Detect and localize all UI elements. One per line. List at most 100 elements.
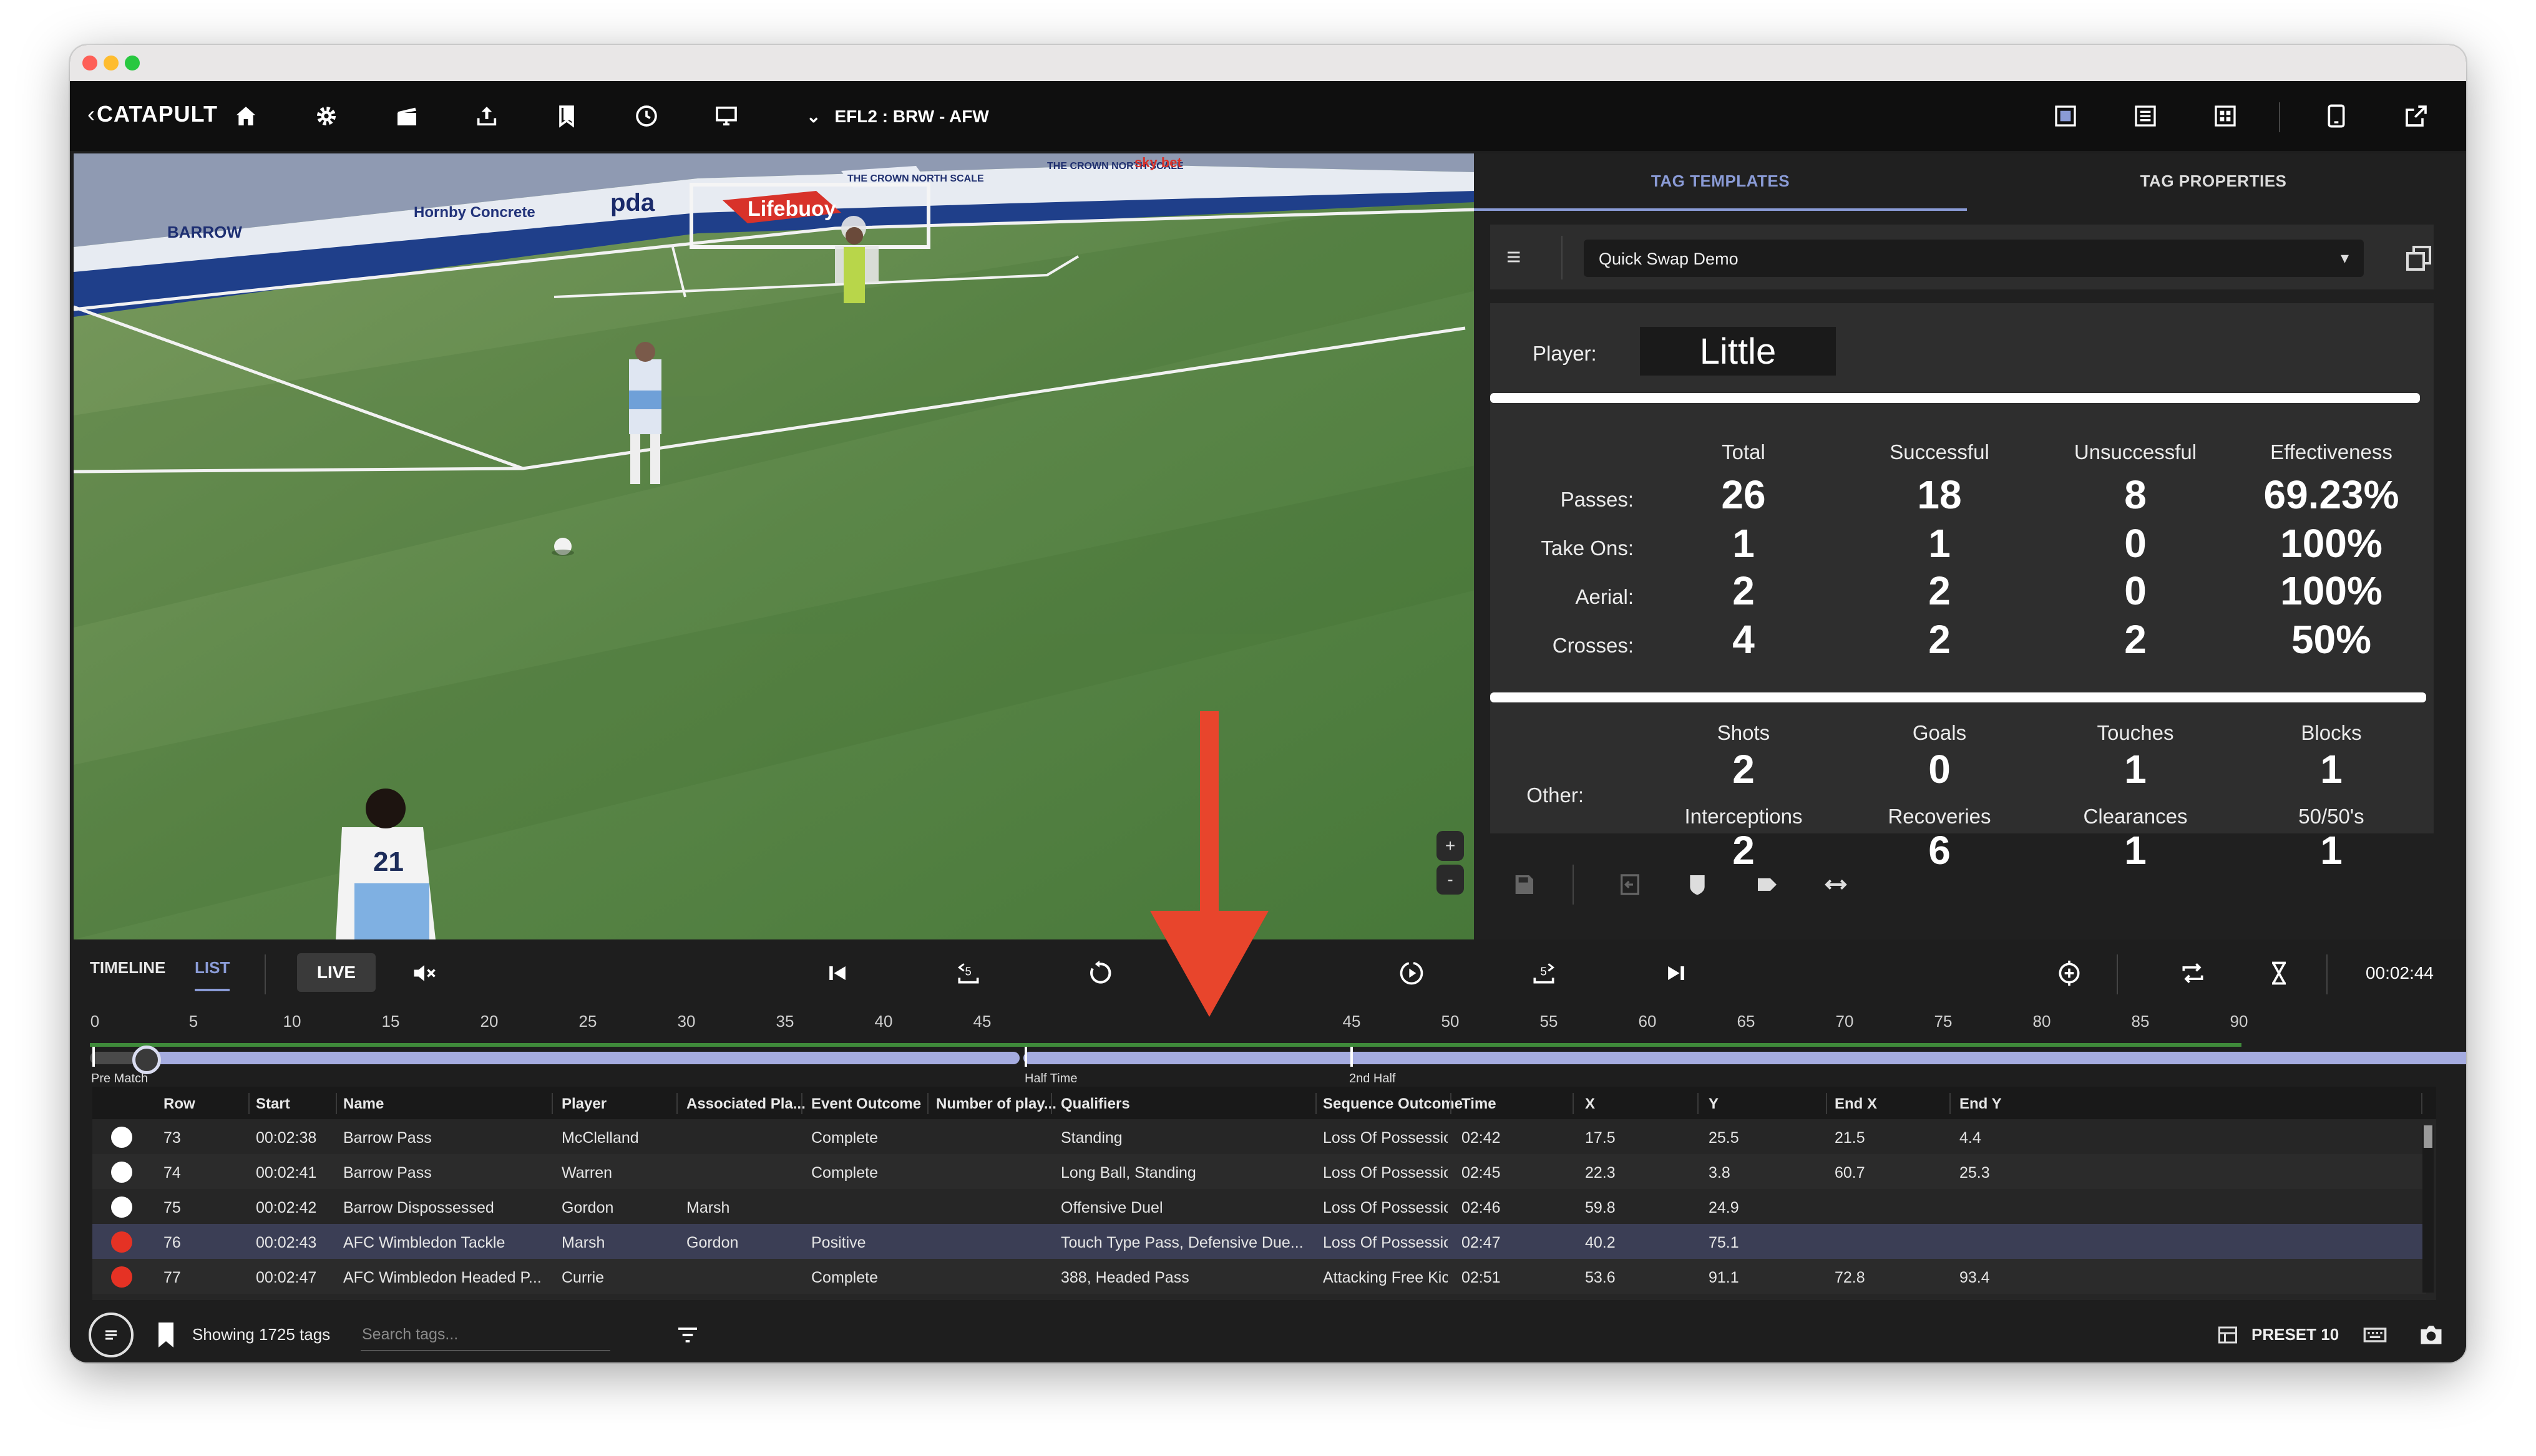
list-menu-button[interactable] [89, 1313, 134, 1357]
stadium-sign-4: THE CROWN NORTH SCALE [847, 173, 984, 184]
svg-text:5: 5 [965, 965, 972, 978]
step-back-5-icon[interactable]: 5 [951, 956, 986, 991]
table-row[interactable]: 77 00:02:47 AFC Wimbledon Headed P... Cu… [92, 1259, 2426, 1294]
playhead-handle[interactable] [132, 1046, 161, 1074]
menu-icon[interactable]: ≡ [1506, 243, 1521, 271]
catapult-logo[interactable]: ‹CATAPULT [87, 101, 218, 127]
minimize-window-button[interactable] [104, 56, 119, 70]
bookmark-icon[interactable] [549, 99, 584, 133]
player-name[interactable]: Little [1640, 327, 1836, 376]
step-forward-5-icon[interactable]: 5 [1526, 956, 1561, 991]
maximize-window-button[interactable] [125, 56, 140, 70]
zoom-in-button[interactable]: + [1436, 831, 1464, 861]
cell-associated-player: Marsh [686, 1199, 730, 1216]
search-field[interactable] [361, 1318, 613, 1351]
skip-to-end-icon[interactable] [1659, 956, 1694, 991]
cell-start: 00:02:43 [256, 1234, 317, 1251]
tab-list[interactable]: LIST [195, 958, 230, 991]
save-icon[interactable] [1509, 870, 1539, 900]
stadium-sign-0: BARROW [167, 223, 242, 241]
cell-time: 02:46 [1461, 1199, 1501, 1216]
col-header-y[interactable]: Y [1709, 1095, 1719, 1113]
col-header-event-outcome[interactable]: Event Outcome [811, 1095, 921, 1113]
stadium-sign-1: Hornby Concrete [414, 204, 535, 221]
match-selector[interactable]: ⌄ EFL2 : BRW - AFW [806, 106, 989, 127]
popout-window-icon[interactable] [2404, 243, 2434, 273]
col-header-qualifiers[interactable]: Qualifiers [1061, 1095, 1130, 1113]
home-icon[interactable] [228, 99, 263, 133]
repeat-icon[interactable] [2175, 956, 2210, 991]
filter-icon[interactable] [675, 1323, 700, 1347]
cell-end-y: 25.3 [1959, 1164, 1990, 1182]
chevron-down-icon: ⌄ [806, 107, 821, 126]
upload-icon[interactable] [469, 99, 504, 133]
table-scrollbar[interactable] [2422, 1125, 2434, 1293]
crosses-effectiveness: 50% [2291, 617, 2372, 662]
blocks-title: Blocks [2301, 721, 2362, 744]
table-row-selected[interactable]: 76 00:02:43 AFC Wimbledon Tackle Marsh G… [92, 1224, 2426, 1259]
replay-icon[interactable] [1082, 956, 1117, 991]
col-header-player[interactable]: Player [562, 1095, 607, 1113]
layout-video-icon[interactable] [2048, 99, 2083, 133]
passes-total: 26 [1721, 472, 1766, 517]
col-header-end-x[interactable]: End X [1835, 1095, 1877, 1113]
search-input[interactable] [361, 1318, 613, 1351]
timeline-tick: 90 [2230, 1012, 2248, 1031]
live-button[interactable]: LIVE [297, 953, 376, 992]
swap-icon[interactable] [1821, 870, 1851, 900]
import-icon[interactable] [1615, 870, 1645, 900]
hourglass-icon[interactable] [2261, 956, 2296, 991]
settings-gear-icon[interactable] [309, 99, 344, 133]
scrollbar-thumb[interactable] [2424, 1125, 2432, 1148]
layout-list-icon[interactable] [2128, 99, 2163, 133]
timeline-tick: 0 [90, 1012, 100, 1031]
shield-icon[interactable] [1682, 870, 1712, 900]
tag-icon[interactable] [1752, 870, 1782, 900]
mute-icon[interactable] [407, 956, 442, 991]
close-window-button[interactable] [82, 56, 97, 70]
col-header-name[interactable]: Name [343, 1095, 384, 1113]
table-row[interactable]: 75 00:02:42 Barrow Dispossessed Gordon M… [92, 1189, 2426, 1224]
layout-grid-icon[interactable] [2208, 99, 2243, 133]
external-link-icon[interactable] [2399, 99, 2434, 133]
timeline-tick: 75 [1934, 1012, 1953, 1031]
tag-color-dot [111, 1266, 132, 1288]
col-header-row[interactable]: Row [163, 1095, 195, 1113]
add-tag-icon[interactable] [2052, 956, 2087, 991]
col-header-x[interactable]: X [1585, 1095, 1595, 1113]
timeline-tick: 45 [973, 1012, 992, 1031]
tab-tag-properties[interactable]: TAG PROPERTIES [1967, 153, 2460, 208]
camera-icon[interactable] [2416, 1321, 2446, 1349]
zoom-out-button[interactable]: - [1436, 865, 1464, 895]
col-header-sequence-outcome[interactable]: Sequence Outcome [1323, 1095, 1463, 1113]
cell-associated-player: Gordon [686, 1234, 739, 1251]
col-header-time[interactable]: Time [1461, 1095, 1496, 1113]
col-header-number-of-players[interactable]: Number of play... [936, 1095, 1056, 1113]
col-header-end-y[interactable]: End Y [1959, 1095, 2002, 1113]
timeline-track-second-half[interactable] [1023, 1052, 2466, 1064]
template-dropdown[interactable]: Quick Swap Demo ▾ [1584, 240, 2364, 277]
timeline-track-first-half-fill[interactable] [145, 1052, 1020, 1064]
touches-value: 1 [2124, 747, 2147, 792]
table-row[interactable]: 74 00:02:41 Barrow Pass Warren Complete … [92, 1154, 2426, 1189]
tablet-icon[interactable] [2319, 99, 2354, 133]
clapperboard-icon[interactable] [389, 99, 424, 133]
col-header-associated-player[interactable]: Associated Pla... [686, 1095, 806, 1113]
tab-tag-templates[interactable]: TAG TEMPLATES [1474, 153, 1967, 211]
cell-time: 02:42 [1461, 1129, 1501, 1147]
col-successful: Successful [1890, 440, 1989, 463]
skip-to-start-icon[interactable] [820, 956, 855, 991]
play-pause-icon[interactable] [1394, 956, 1429, 991]
monitor-icon[interactable] [709, 99, 744, 133]
clock-icon[interactable] [629, 99, 664, 133]
table-header: Row Start Name Player Associated Pla... … [92, 1087, 2436, 1119]
cell-sequence-outcome: Attacking Free Kick W... [1323, 1269, 1448, 1286]
tag-table: Row Start Name Player Associated Pla... … [92, 1087, 2436, 1300]
tab-timeline[interactable]: TIMELINE [90, 958, 165, 978]
col-header-start[interactable]: Start [256, 1095, 290, 1113]
table-layout-icon[interactable] [2217, 1324, 2239, 1346]
preset-label[interactable]: PRESET 10 [2251, 1325, 2339, 1344]
keyboard-icon[interactable] [2361, 1323, 2389, 1347]
table-row[interactable]: 73 00:02:38 Barrow Pass McClelland Compl… [92, 1119, 2426, 1154]
bookmark-icon[interactable] [151, 1318, 181, 1352]
